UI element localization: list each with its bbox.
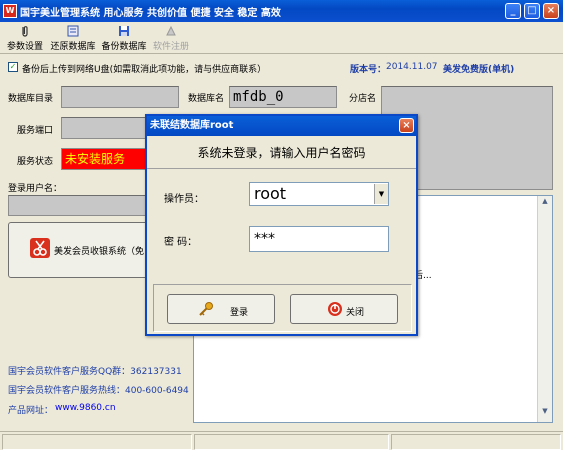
restore-db-icon — [67, 25, 79, 37]
version-label: 版本号： — [350, 65, 387, 75]
login-user-label: 登录用户名： — [8, 184, 63, 194]
status-bar — [0, 431, 563, 450]
window-title-bar[interactable]: W 国宇美业管理系统 用心服务 共创价值 便捷 安全 稳定 高效 _ □ × — [0, 0, 563, 22]
edition-label: 美发免费版(单机) — [443, 65, 515, 75]
member-cashier-label: 美发会员收银系统（免 — [54, 247, 145, 257]
db-dir-label: 数据库目录 — [8, 94, 54, 104]
toolbar-settings-button[interactable]: 参数设置 — [5, 24, 45, 52]
window-title: 国宇美业管理系统 用心服务 共创价值 便捷 安全 稳定 高效 — [20, 8, 281, 19]
save-disk-icon — [119, 26, 129, 36]
password-input[interactable]: *** — [249, 226, 389, 252]
password-label: 密 码： — [164, 237, 198, 248]
dialog-message: 系统未登录，请输入用户名密码 — [197, 146, 366, 160]
login-user-field[interactable] — [8, 195, 148, 216]
qq-group-text: 国宇会员软件客户服务QQ群：362137331 — [8, 367, 182, 377]
operator-select[interactable]: root ▼ — [249, 182, 389, 206]
backup-options-bar: ✓ 备份后上传到网络U盘(如需取消此项功能，请与供应商联系） 版本号： 2014… — [0, 56, 563, 78]
login-button[interactable]: 登录 — [167, 294, 275, 324]
status-cell-2 — [194, 434, 389, 450]
scissors-icon — [30, 238, 50, 258]
login-dialog: 未联结数据库root × 系统未登录，请输入用户名密码 操作员： root ▼ … — [145, 114, 418, 336]
version-value: 2014.11.07 — [386, 62, 438, 72]
site-label: 产品网址： — [8, 406, 54, 416]
status-label: 服务状态 — [17, 157, 54, 167]
upload-backup-checkbox[interactable]: ✓ — [8, 62, 18, 72]
port-label: 服务端口 — [17, 126, 54, 136]
toolbar-register-label: 软件注册 — [152, 42, 189, 52]
hotline-text: 国宇会员软件客户服务热线：400-600-6494 — [8, 386, 189, 396]
member-cashier-button[interactable]: 美发会员收银系统（免 — [8, 222, 148, 278]
close-window-button[interactable]: × — [543, 3, 559, 19]
port-field[interactable] — [61, 117, 149, 139]
key-icon — [199, 302, 213, 316]
toolbar-restore-db-button[interactable]: 还原数据库 — [49, 24, 97, 52]
info-panel-scrollbar[interactable]: ▲ ▼ — [537, 196, 552, 422]
site-link[interactable]: www.9860.cn — [55, 403, 116, 413]
toolbar-backup-db-button[interactable]: 备份数据库 — [101, 24, 147, 52]
operator-value: root — [254, 184, 287, 203]
login-button-label: 登录 — [230, 308, 249, 318]
register-icon — [166, 25, 176, 36]
status-cell-3 — [391, 434, 561, 450]
operator-label: 操作员： — [164, 194, 204, 205]
dialog-close-icon[interactable]: × — [399, 118, 414, 133]
minimize-button[interactable]: _ — [505, 3, 521, 19]
status-cell-1 — [2, 434, 192, 450]
toolbar: 参数设置 还原数据库 备份数据库 软件注册 — [0, 22, 563, 54]
scroll-up-icon[interactable]: ▲ — [539, 197, 551, 210]
maximize-button[interactable]: □ — [524, 3, 540, 19]
db-name-label: 数据库名 — [188, 94, 225, 104]
service-status-badge: 未安装服务 — [61, 148, 147, 170]
toolbar-restore-db-label: 还原数据库 — [50, 42, 96, 52]
branch-label: 分店名 — [349, 94, 377, 104]
toolbar-register-button[interactable]: 软件注册 — [151, 24, 191, 52]
scroll-down-icon[interactable]: ▼ — [539, 407, 551, 420]
close-button-label: 关闭 — [346, 308, 365, 318]
db-name-field[interactable]: mfdb_0 — [229, 86, 337, 108]
chevron-down-icon[interactable]: ▼ — [374, 184, 388, 204]
power-icon — [328, 302, 342, 316]
dialog-title[interactable]: 未联结数据库root — [147, 116, 416, 136]
paperclip-icon — [22, 26, 28, 37]
upload-backup-label: 备份后上传到网络U盘(如需取消此项功能，请与供应商联系） — [22, 65, 267, 75]
close-button[interactable]: 关闭 — [290, 294, 398, 324]
dialog-divider — [147, 168, 416, 169]
toolbar-settings-label: 参数设置 — [6, 42, 43, 52]
app-logo-icon: W — [3, 4, 17, 18]
toolbar-backup-db-label: 备份数据库 — [101, 42, 147, 52]
db-dir-field[interactable] — [61, 86, 179, 108]
